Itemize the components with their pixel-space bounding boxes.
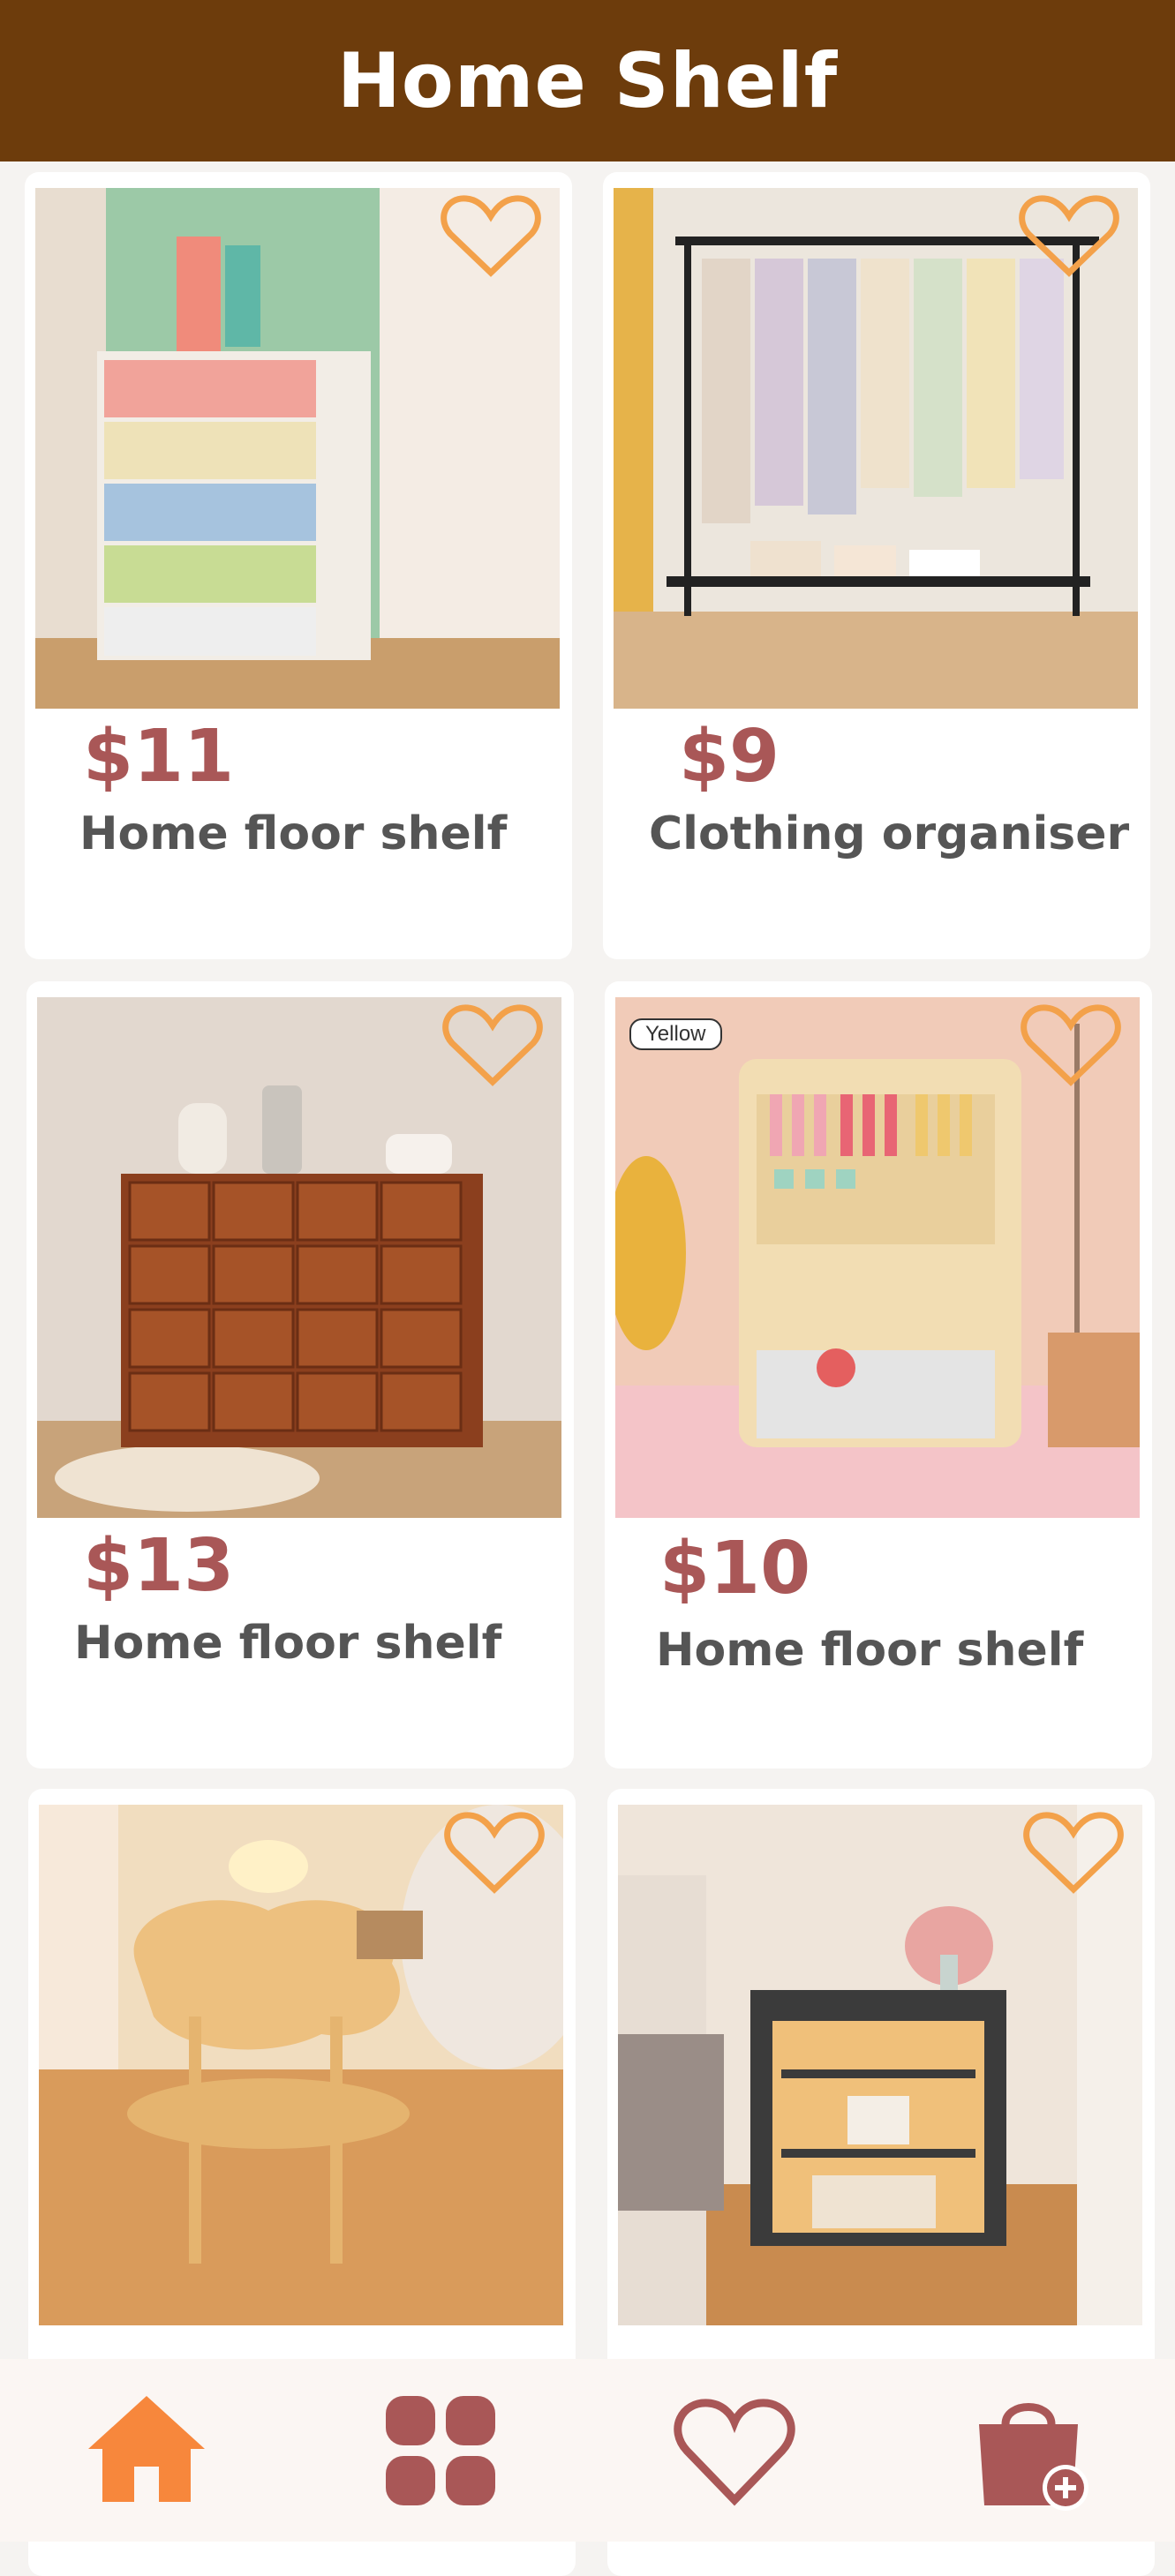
grid-icon	[386, 2395, 496, 2505]
product-price: $10	[659, 1527, 811, 1611]
product-name: Clothing organiser	[649, 807, 1130, 860]
app-header: Home Shelf	[0, 0, 1175, 161]
color-tag: Yellow	[629, 1018, 722, 1050]
favorite-heart-icon[interactable]	[438, 192, 544, 280]
product-card[interactable]: Yellow $10 Home floor shelf	[605, 981, 1152, 1769]
product-price: $11	[83, 715, 235, 799]
product-card[interactable]: $11 Home floor shelf	[25, 172, 572, 959]
nav-favorites[interactable]	[668, 2384, 801, 2517]
bottom-navigation	[0, 2359, 1175, 2542]
nav-cart[interactable]	[962, 2384, 1095, 2517]
heart-icon	[674, 2398, 795, 2505]
nav-home[interactable]	[80, 2384, 213, 2517]
favorite-heart-icon[interactable]	[1016, 192, 1122, 280]
favorite-heart-icon[interactable]	[1018, 1001, 1124, 1089]
product-name: Home floor shelf	[656, 1624, 1084, 1677]
nav-categories[interactable]	[374, 2384, 507, 2517]
product-card[interactable]: $13 Home floor shelf	[26, 981, 574, 1769]
favorite-heart-icon[interactable]	[440, 1001, 546, 1089]
product-price: $13	[83, 1524, 235, 1608]
favorite-heart-icon[interactable]	[1021, 1808, 1126, 1896]
product-name: Home floor shelf	[74, 1617, 502, 1670]
product-price: $9	[679, 715, 780, 799]
shopping-bag-add-icon	[978, 2402, 1088, 2511]
product-card[interactable]: $9 Clothing organiser	[603, 172, 1150, 959]
product-name: Home floor shelf	[79, 807, 508, 860]
app-title: Home Shelf	[336, 36, 839, 125]
home-icon	[88, 2395, 206, 2502]
favorite-heart-icon[interactable]	[441, 1808, 547, 1896]
